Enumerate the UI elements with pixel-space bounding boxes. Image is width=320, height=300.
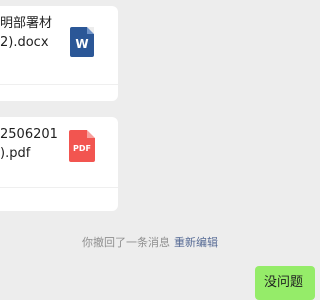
file-message-docx[interactable]: 明部署材 2).docx W	[0, 6, 118, 101]
file-card-divider	[0, 84, 118, 85]
recall-notice-text: 你撤回了一条消息	[82, 236, 170, 249]
file-name-line-2: 2).docx	[0, 35, 49, 50]
outgoing-message-bubble[interactable]: 没问题	[255, 266, 315, 300]
file-name: 2506201 ).pdf	[0, 125, 70, 163]
re-edit-link[interactable]: 重新编辑	[174, 236, 218, 249]
file-name: 明部署材 2).docx	[0, 14, 70, 52]
word-doc-icon: W	[70, 27, 94, 57]
file-name-line-1: 明部署材	[0, 16, 53, 31]
file-message-pdf[interactable]: 2506201 ).pdf PDF	[0, 117, 118, 211]
file-card-divider	[0, 187, 118, 188]
outgoing-message-text: 没问题	[264, 275, 304, 290]
file-name-line-2: ).pdf	[0, 146, 31, 161]
recall-notice: 你撤回了一条消息 重新编辑	[0, 236, 300, 250]
pdf-icon: PDF	[69, 130, 95, 162]
file-name-line-1: 2506201	[0, 127, 58, 142]
